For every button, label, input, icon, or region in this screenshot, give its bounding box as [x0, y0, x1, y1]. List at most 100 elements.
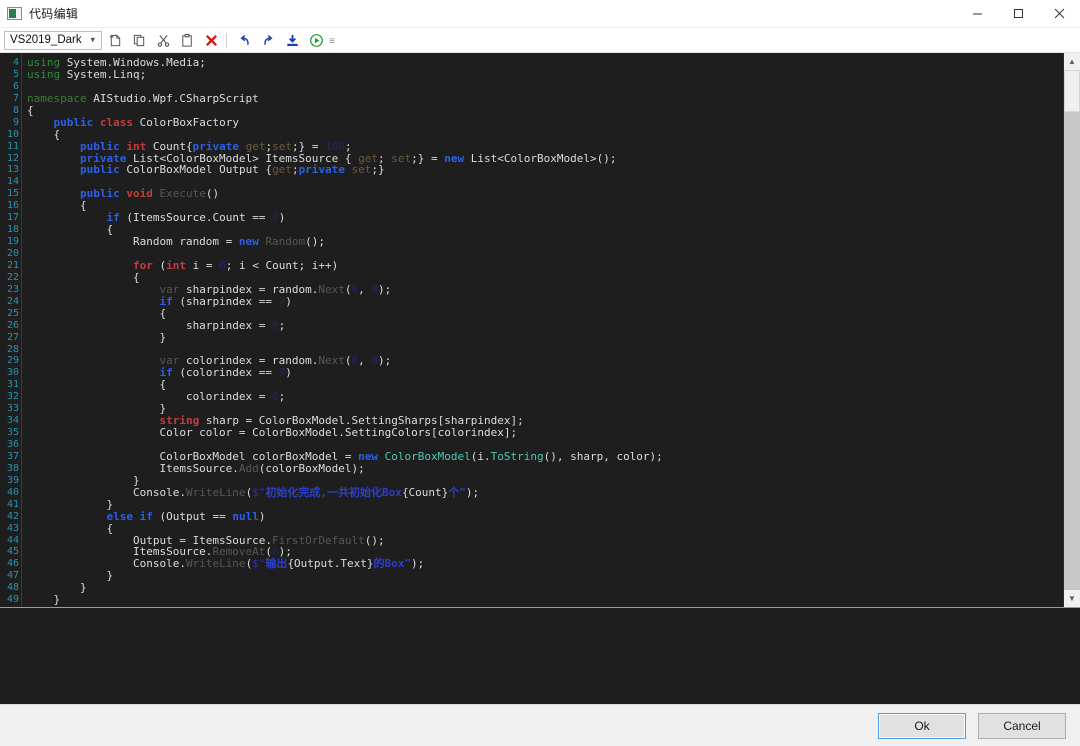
copy-icon[interactable] [128, 29, 150, 51]
cut-icon[interactable] [152, 29, 174, 51]
line-number: 31 [0, 379, 21, 391]
code-line[interactable]: if (colorindex == 7) [27, 367, 1063, 379]
ok-button[interactable]: Ok [878, 713, 966, 739]
line-number: 30 [0, 367, 21, 379]
code-line[interactable]: Random random = new Random(); [27, 236, 1063, 248]
code-line[interactable]: sharpindex = 0; [27, 320, 1063, 332]
code-editor-icon [7, 7, 22, 20]
save-icon[interactable] [281, 29, 303, 51]
line-number: 40 [0, 487, 21, 499]
code-line[interactable]: if (sharpindex == 7) [27, 296, 1063, 308]
code-line[interactable]: { [27, 129, 1063, 141]
line-number: 21 [0, 260, 21, 272]
line-number: 33 [0, 403, 21, 415]
window-controls [957, 0, 1080, 28]
code-line[interactable]: Console.WriteLine($"初始化完成,一共初始化Box{Count… [27, 487, 1063, 499]
toolbar-separator [226, 33, 227, 48]
code-line[interactable]: colorindex = 0; [27, 391, 1063, 403]
code-line[interactable]: } [27, 594, 1063, 606]
line-number: 5 [0, 69, 21, 81]
cancel-button[interactable]: Cancel [978, 713, 1066, 739]
toolbar-overflow-icon[interactable]: ≡ [327, 29, 337, 51]
code-line[interactable]: using System.Linq; [27, 69, 1063, 81]
code-editor-window: 代码编辑 VS2019_Dark ▾ [0, 0, 1080, 746]
output-console-panel[interactable] [0, 607, 1080, 704]
redo-icon[interactable] [257, 29, 279, 51]
maximize-button[interactable] [998, 0, 1039, 28]
line-number: 29 [0, 355, 21, 367]
line-number: 34 [0, 415, 21, 427]
run-icon[interactable] [305, 29, 327, 51]
close-button[interactable] [1039, 0, 1080, 28]
undo-icon[interactable] [233, 29, 255, 51]
code-line[interactable]: ItemsSource.Add(colorBoxModel); [27, 463, 1063, 475]
code-line[interactable]: Console.WriteLine($"输出{Output.Text}的Box"… [27, 558, 1063, 570]
code-line[interactable]: } [27, 606, 1063, 607]
scroll-up-arrow-icon[interactable]: ▲ [1064, 53, 1080, 70]
code-line[interactable]: for (int i = 0; i < Count; i++) [27, 260, 1063, 272]
code-line[interactable]: { [27, 308, 1063, 320]
code-line[interactable]: } [27, 332, 1063, 344]
code-line[interactable]: } [27, 475, 1063, 487]
window-title: 代码编辑 [29, 5, 78, 22]
line-number: 41 [0, 499, 21, 511]
new-file-icon[interactable] [104, 29, 126, 51]
line-number: 46 [0, 558, 21, 570]
line-number: 35 [0, 427, 21, 439]
line-number: 42 [0, 511, 21, 523]
line-number: 16 [0, 200, 21, 212]
code-line[interactable]: } [27, 570, 1063, 582]
scrollbar-track[interactable] [1064, 70, 1080, 590]
code-line[interactable]: if (ItemsSource.Count == 0) [27, 212, 1063, 224]
code-content[interactable]: using System.Windows.Media;using System.… [22, 53, 1063, 607]
scroll-down-arrow-icon[interactable]: ▼ [1064, 590, 1080, 607]
editor-area: 4567891011121314151617181920212223242526… [0, 53, 1080, 607]
code-line[interactable]: } [27, 499, 1063, 511]
line-number: 32 [0, 391, 21, 403]
line-number: 10 [0, 129, 21, 141]
line-number: 45 [0, 546, 21, 558]
code-line[interactable]: { [27, 105, 1063, 117]
line-number: 22 [0, 272, 21, 284]
theme-select[interactable]: VS2019_Dark ▾ [4, 31, 102, 50]
code-line[interactable]: { [27, 523, 1063, 535]
line-number: 13 [0, 164, 21, 176]
code-line[interactable]: public ColorBoxModel Output {get;private… [27, 164, 1063, 176]
code-line[interactable]: public class ColorBoxFactory [27, 117, 1063, 129]
line-number: 26 [0, 320, 21, 332]
scrollbar-thumb[interactable] [1064, 70, 1080, 112]
line-number: 50 [0, 606, 21, 607]
code-line[interactable]: public int Count{private get;set;} = 100… [27, 141, 1063, 153]
line-number: 11 [0, 141, 21, 153]
line-number: 43 [0, 523, 21, 535]
line-number: 39 [0, 475, 21, 487]
editor-vertical-scrollbar[interactable]: ▲ ▼ [1063, 53, 1080, 607]
line-number: 12 [0, 153, 21, 165]
line-number: 20 [0, 248, 21, 260]
minimize-button[interactable] [957, 0, 998, 28]
theme-select-value: VS2019_Dark [10, 34, 82, 46]
titlebar-left-group: 代码编辑 [0, 5, 78, 22]
line-number: 4 [0, 57, 21, 69]
line-number-gutter: 4567891011121314151617181920212223242526… [0, 53, 22, 607]
code-line[interactable]: Color color = ColorBoxModel.SettingColor… [27, 427, 1063, 439]
titlebar: 代码编辑 [0, 0, 1080, 28]
code-line[interactable]: else if (Output == null) [27, 511, 1063, 523]
line-number: 27 [0, 332, 21, 344]
line-number: 36 [0, 439, 21, 451]
line-number: 23 [0, 284, 21, 296]
code-line[interactable]: using System.Windows.Media; [27, 57, 1063, 69]
code-line[interactable]: } [27, 582, 1063, 594]
code-editor[interactable]: 4567891011121314151617181920212223242526… [0, 53, 1063, 607]
line-number: 48 [0, 582, 21, 594]
code-line[interactable]: namespace AIStudio.Wpf.CSharpScript [27, 93, 1063, 105]
dialog-footer: Ok Cancel [0, 704, 1080, 746]
line-number: 19 [0, 236, 21, 248]
line-number: 7 [0, 93, 21, 105]
paste-icon[interactable] [176, 29, 198, 51]
line-number: 24 [0, 296, 21, 308]
code-line[interactable]: var sharpindex = random.Next(0, 8); [27, 284, 1063, 296]
line-number: 25 [0, 308, 21, 320]
code-line[interactable]: public void Execute() [27, 188, 1063, 200]
delete-icon[interactable] [200, 29, 222, 51]
